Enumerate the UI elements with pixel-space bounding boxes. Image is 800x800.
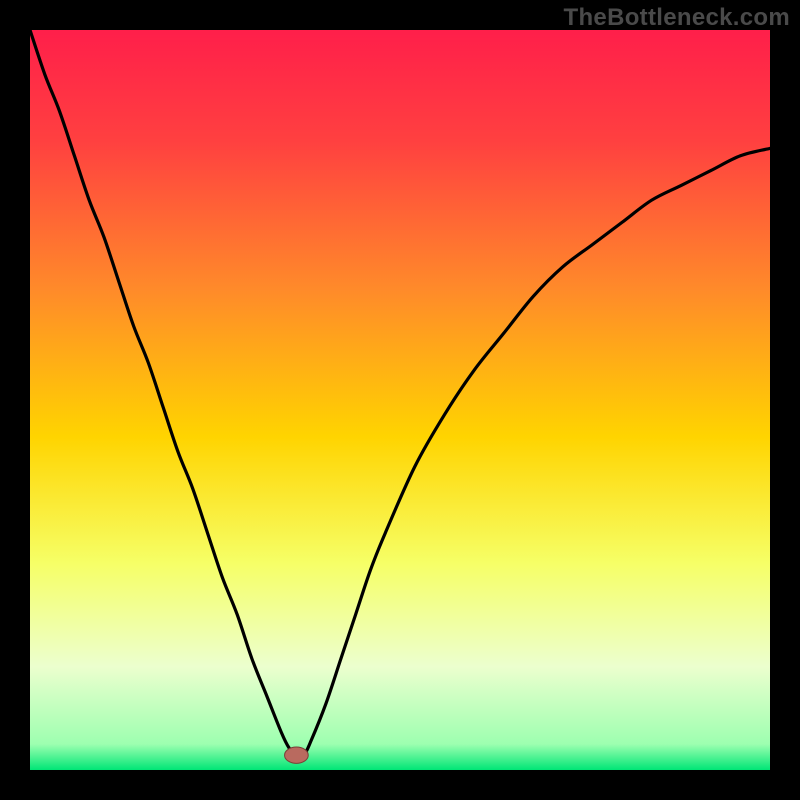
gradient-background — [30, 30, 770, 770]
chart-svg — [30, 30, 770, 770]
watermark-text: TheBottleneck.com — [564, 4, 790, 32]
chart-frame: TheBottleneck.com — [0, 0, 800, 800]
plot-area — [30, 30, 770, 770]
optimum-marker — [285, 747, 309, 763]
